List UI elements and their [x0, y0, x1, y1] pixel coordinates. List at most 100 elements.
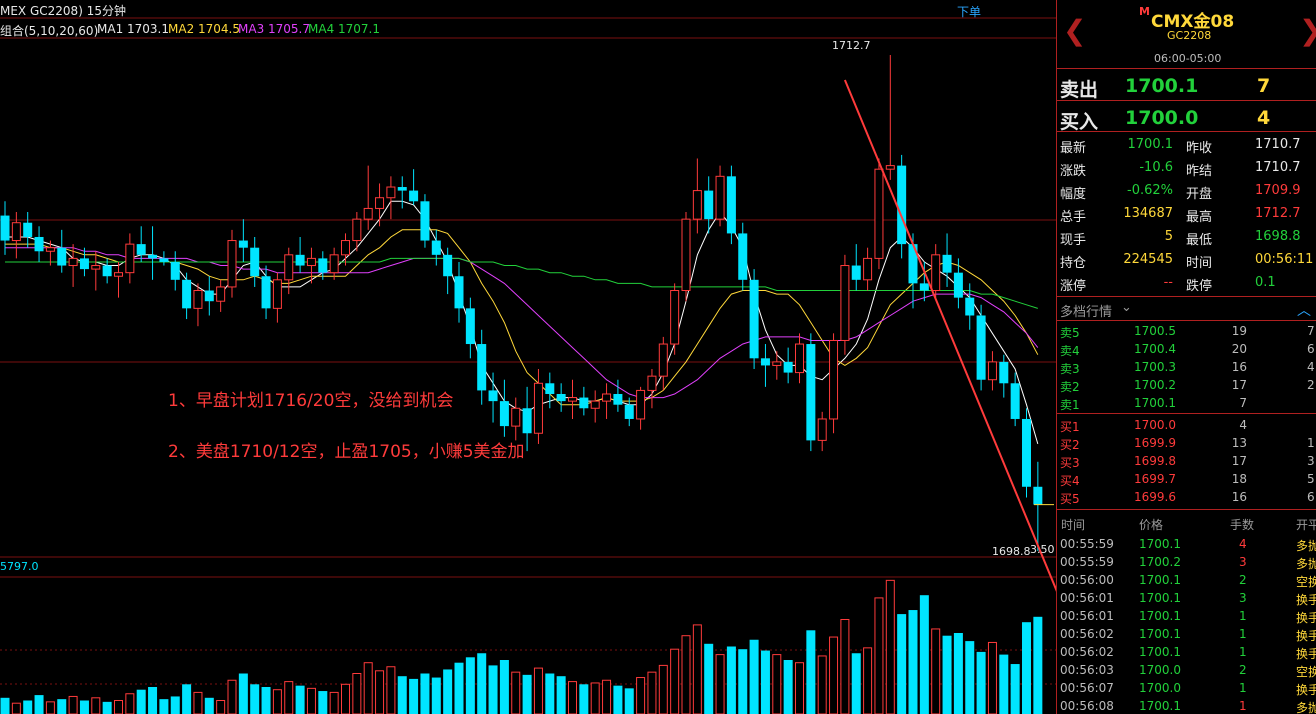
candle-body-up [568, 397, 577, 402]
volume-bar [68, 695, 78, 714]
sell-row[interactable]: 卖出 1700.1 7 [1057, 72, 1316, 101]
stat-label: 总手 [1060, 210, 1087, 225]
stat-value: -0.62% [1127, 183, 1173, 198]
asks-level-row[interactable]: 卖5 1700.5 19 7 [1057, 324, 1316, 342]
candle-body-up [386, 186, 396, 199]
volume-bar [375, 670, 385, 714]
candle-body-down [760, 358, 770, 366]
level-qty: 17 [1231, 454, 1247, 468]
candle-body-down [942, 254, 952, 273]
candlestick-chart[interactable] [0, 0, 1056, 714]
tick-row: 00:56:02 1700.1 1 换手 [1057, 627, 1316, 645]
asks-level-row[interactable]: 卖2 1700.2 17 2 [1057, 378, 1316, 396]
level-extra: 4 [1307, 360, 1315, 374]
volume-bar [352, 673, 362, 714]
order-button[interactable]: 下单 [957, 3, 981, 20]
buy-qty: 4 [1257, 107, 1271, 129]
prev-symbol-icon[interactable]: ❮ [1063, 14, 1086, 47]
bids-level-row[interactable]: 买1 1700.0 4 [1057, 418, 1316, 436]
volume-bar [919, 595, 929, 714]
volume-bar [647, 671, 657, 714]
next-symbol-icon[interactable]: ❯ [1299, 14, 1316, 47]
tick-price: 1700.1 [1139, 627, 1181, 641]
volume-bar [658, 664, 668, 714]
chart-pane[interactable]: MEX GC2208) 15分钟 下单 组合(5,10,20,60) MA1 1… [0, 0, 1056, 714]
asks-level-row[interactable]: 卖1 1700.1 7 [1057, 396, 1316, 414]
asks-level-row[interactable]: 卖3 1700.3 16 4 [1057, 360, 1316, 378]
volume-bar [579, 684, 589, 714]
tick-time: 00:55:59 [1060, 555, 1114, 569]
stat-value: -10.6 [1139, 160, 1173, 175]
level-label: 买1 [1060, 420, 1080, 434]
collapse-up-icon[interactable]: ︿ [1297, 300, 1311, 320]
candle-body-down [965, 297, 975, 316]
stat-row: 涨停 -- 跌停 0.1 [1057, 272, 1316, 295]
tick-row: 00:56:03 1700.0 2 空换 [1057, 663, 1316, 681]
ma-group-label[interactable]: 组合(5,10,20,60) [0, 22, 98, 39]
ma3-label: MA3 1705.7 [238, 22, 310, 36]
volume-bar [148, 687, 158, 714]
candle-body-down [431, 240, 441, 255]
candle-body-up [125, 243, 135, 274]
candle-body-down [170, 261, 180, 280]
bids-level-row[interactable]: 买3 1699.8 17 3 [1057, 454, 1316, 472]
level-extra: 2 [1307, 378, 1315, 392]
double-chevron-down-icon[interactable]: ⌄ [1121, 300, 1132, 315]
ma1-label: MA1 1703.1 [97, 22, 169, 36]
candle-body-up [352, 218, 362, 242]
volume-bar [783, 660, 793, 714]
volume-bar [624, 688, 634, 714]
level-price: 1700.1 [1134, 396, 1176, 410]
candle-body-up [647, 375, 657, 391]
tick-type: 多抛 [1296, 701, 1316, 714]
bids-level-row[interactable]: 买5 1699.6 16 6 [1057, 490, 1316, 508]
ticks-col-time: 时间 [1061, 518, 1086, 532]
level-extra: 1 [1307, 436, 1315, 450]
buy-row[interactable]: 买入 1700.0 4 [1057, 104, 1316, 133]
tick-row: 00:56:02 1700.1 1 换手 [1057, 645, 1316, 663]
candle-body-down [261, 276, 271, 309]
tick-time: 00:56:00 [1060, 573, 1114, 587]
volume-bar [568, 681, 577, 714]
volume-bar [261, 687, 271, 714]
volume-bar [590, 682, 600, 714]
volume-bar [443, 669, 453, 714]
volume-bar [250, 684, 260, 714]
symbol-code: GC2208 [1167, 29, 1212, 42]
volume-bar [670, 648, 680, 714]
candle-body-down [1022, 418, 1031, 487]
tick-qty: 3 [1239, 591, 1247, 605]
volume-bar [806, 630, 816, 714]
volume-bar [216, 700, 226, 714]
stat-label: 持仓 [1060, 256, 1087, 271]
asks-level-row[interactable]: 卖4 1700.4 20 6 [1057, 342, 1316, 360]
candle-body-down [250, 247, 260, 277]
stat-label: 昨收 [1186, 141, 1213, 156]
volume-bar [91, 697, 101, 714]
tick-time: 00:56:07 [1060, 681, 1114, 695]
volume-bar [306, 687, 316, 714]
candle-body-up [681, 218, 691, 292]
stat-value: 1709.9 [1255, 183, 1301, 198]
level-label: 卖2 [1060, 380, 1080, 394]
volume-bar [477, 653, 487, 714]
bids-level-row[interactable]: 买4 1699.7 18 5 [1057, 472, 1316, 490]
ma4-label: MA4 1707.1 [308, 22, 380, 36]
ma2-label: MA2 1704.5 [168, 22, 240, 36]
ticks-col-qty: 手数 [1230, 518, 1255, 532]
ticks-header: 时间 价格 手数 开平 [1057, 516, 1316, 534]
level-qty: 16 [1231, 490, 1247, 504]
candle-body-up [692, 190, 702, 220]
quote-panel: ❮ ❯ M CMX金08 GC2208 06:00-05:00 卖出 1700.… [1056, 0, 1316, 714]
bids-level-row[interactable]: 买2 1699.9 13 1 [1057, 436, 1316, 454]
level-extra: 3 [1307, 454, 1315, 468]
volume-bar [965, 641, 975, 714]
tick-qty: 2 [1239, 663, 1247, 677]
tick-type: 换手 [1296, 629, 1316, 643]
candle-body-up [363, 207, 373, 220]
volume-bar [295, 685, 305, 714]
tick-row: 00:55:59 1700.2 3 多抛 [1057, 555, 1316, 573]
volume-bar [953, 633, 963, 714]
depth-title[interactable]: 多档行情 [1060, 301, 1112, 320]
trading-session: 06:00-05:00 [1154, 52, 1222, 65]
